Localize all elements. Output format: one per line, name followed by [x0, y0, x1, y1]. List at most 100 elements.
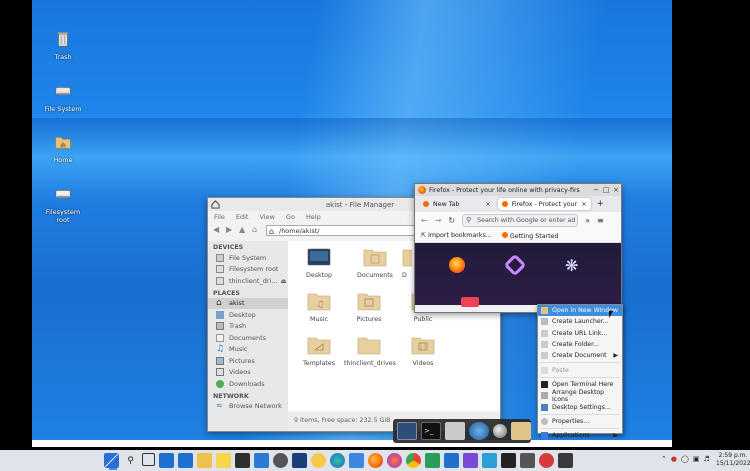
close-icon[interactable]: × — [485, 201, 490, 208]
app-icon[interactable] — [558, 453, 573, 468]
chevron-up-icon[interactable]: ⌃ — [661, 455, 667, 463]
folder-pictures[interactable]: Pictures — [344, 291, 394, 323]
close-icon[interactable]: × — [581, 201, 586, 208]
firefox-icon[interactable] — [368, 453, 383, 468]
store-icon[interactable] — [349, 453, 364, 468]
menu-view[interactable]: View — [259, 213, 274, 221]
back-arrow-icon[interactable]: ◀ — [213, 226, 221, 234]
windows-start-icon[interactable] — [104, 453, 119, 468]
menu-help[interactable]: Help — [306, 213, 321, 221]
edge-browser-icon[interactable] — [330, 453, 345, 468]
sidebar-item-pictures[interactable]: Pictures — [208, 355, 288, 367]
menu-edit[interactable]: Edit — [236, 213, 249, 221]
menu-item-create-document[interactable]: Create Document ▶ — [538, 350, 622, 361]
tab-new-tab[interactable]: New Tab × — [419, 198, 495, 210]
chrome-icon[interactable] — [406, 453, 421, 468]
emoji-icon[interactable] — [311, 453, 326, 468]
folder-templates[interactable]: Templates — [294, 335, 344, 367]
app-icon[interactable] — [520, 453, 535, 468]
sidebar-item-downloads[interactable]: Downloads — [208, 378, 288, 390]
terminal-icon[interactable]: >_ — [421, 422, 441, 440]
hamburger-menu-icon[interactable]: ≡ — [597, 216, 604, 225]
desktop-icon-home[interactable]: Home — [33, 133, 93, 164]
pocket-product-icon[interactable] — [461, 297, 479, 307]
app-icon[interactable] — [235, 453, 250, 468]
sidebar-item-filesystem-root[interactable]: Filesystem root — [208, 264, 288, 276]
forward-arrow-icon[interactable]: ▶ — [226, 226, 234, 234]
sidebar-item-trash[interactable]: Trash — [208, 321, 288, 333]
menu-go[interactable]: Go — [286, 213, 295, 221]
app-icon[interactable] — [463, 453, 478, 468]
desktop-icon-trash[interactable]: Trash — [33, 30, 93, 61]
url-bar[interactable]: ⚲ Search with Google or enter ad — [462, 214, 579, 227]
network-icon[interactable]: ▣ — [693, 455, 700, 463]
sidebar-item-music[interactable]: ♫ Music — [208, 344, 288, 356]
file-manager-icon[interactable] — [445, 422, 465, 440]
up-arrow-icon[interactable]: ▲ — [239, 226, 247, 234]
terminal-icon[interactable] — [501, 453, 516, 468]
firefox-dev-icon[interactable] — [387, 453, 402, 468]
app-icon[interactable] — [539, 453, 554, 468]
web-browser-icon[interactable] — [469, 422, 489, 440]
app-tray-icon[interactable]: ● — [671, 455, 677, 463]
app-icon[interactable] — [425, 453, 440, 468]
sidebar-item-videos[interactable]: Videos — [208, 367, 288, 379]
show-desktop-icon[interactable] — [397, 422, 417, 440]
clock[interactable]: 2:59 p.m. 15/11/2022 — [716, 452, 750, 468]
folder-videos[interactable]: Videos — [398, 335, 448, 367]
widgets-icon[interactable] — [159, 453, 174, 468]
mail-icon[interactable] — [178, 453, 193, 468]
folder-music[interactable]: ♫ Music — [294, 291, 344, 323]
firefox-product-icon[interactable] — [449, 257, 465, 273]
app-icon[interactable] — [482, 453, 497, 468]
bookmark-import[interactable]: ⇱ Import bookmarks... — [421, 232, 492, 239]
volume-icon[interactable]: ♬ — [703, 455, 709, 463]
file-explorer-icon[interactable] — [197, 453, 212, 468]
desktop-context-menu[interactable]: Open in New Window Create Launcher... Cr… — [537, 304, 623, 440]
folder-documents[interactable]: Documents — [350, 247, 400, 279]
sidebar-item-akist[interactable]: ⌂ akist — [208, 297, 288, 309]
maximize-icon[interactable]: □ — [601, 186, 611, 194]
bookmark-getting-started[interactable]: Getting Started — [501, 231, 559, 240]
folder-thinclient-drives[interactable]: thinclient_drives — [344, 335, 396, 367]
forward-icon[interactable]: → — [435, 216, 442, 225]
settings-icon[interactable] — [273, 453, 288, 468]
sidebar-item-file-system[interactable]: File System — [208, 252, 288, 264]
search-icon[interactable] — [493, 424, 507, 438]
new-tab-button[interactable]: + — [597, 199, 605, 209]
firefox-titlebar[interactable]: Firefox - Protect your life online with … — [415, 184, 621, 196]
search-icon[interactable]: ⚲ — [123, 453, 138, 468]
folder-icon[interactable] — [511, 422, 531, 440]
desktop-icon-filesystem-root[interactable]: Filesystem root — [33, 185, 93, 224]
firefox-window[interactable]: Firefox - Protect your life online with … — [414, 183, 622, 313]
menu-item-desktop-settings[interactable]: Desktop Settings... — [538, 401, 622, 412]
task-view-icon[interactable] — [142, 453, 155, 466]
menu-file[interactable]: File — [214, 213, 225, 221]
menu-item-paste[interactable]: Paste — [538, 364, 622, 375]
menu-item-create-folder[interactable]: Create Folder... — [538, 339, 622, 350]
sidebar-item-documents[interactable]: Documents — [208, 332, 288, 344]
app-icon[interactable] — [292, 453, 307, 468]
language-icon[interactable]: ◯ — [681, 455, 689, 463]
desktop-icon-file-system[interactable]: File System — [33, 82, 93, 113]
sticky-notes-icon[interactable] — [216, 453, 231, 468]
remote-desktop-icon[interactable] — [254, 453, 269, 468]
menu-item-arrange-icons[interactable]: Arrange Desktop Icons — [538, 389, 622, 403]
minimize-icon[interactable]: − — [591, 186, 601, 194]
close-icon[interactable]: × — [611, 186, 621, 194]
folder-downloads-partial[interactable]: D — [402, 247, 412, 279]
tab-firefox-protect[interactable]: Firefox - Protect your × — [497, 198, 591, 210]
sidebar-item-browse-network[interactable]: ≈ Browse Network — [208, 401, 288, 413]
menu-item-applications[interactable]: Applications ▶ — [538, 430, 622, 441]
page-content[interactable]: ❋ — [415, 243, 621, 307]
overflow-chevron-icon[interactable]: » — [585, 216, 590, 225]
media-player-icon[interactable] — [444, 453, 459, 468]
sidebar-item-thinclient-drives[interactable]: thinclient_dri... ⏏ — [208, 275, 288, 287]
folder-desktop[interactable]: Desktop — [294, 247, 344, 279]
menu-item-properties[interactable]: Properties... — [538, 416, 622, 427]
vpn-product-icon[interactable] — [503, 253, 527, 277]
menu-item-create-url-link[interactable]: Create URL Link... — [538, 328, 622, 339]
home-icon[interactable]: ⌂ — [252, 226, 260, 234]
back-icon[interactable]: ← — [421, 216, 428, 225]
sidebar-item-desktop[interactable]: Desktop — [208, 309, 288, 321]
